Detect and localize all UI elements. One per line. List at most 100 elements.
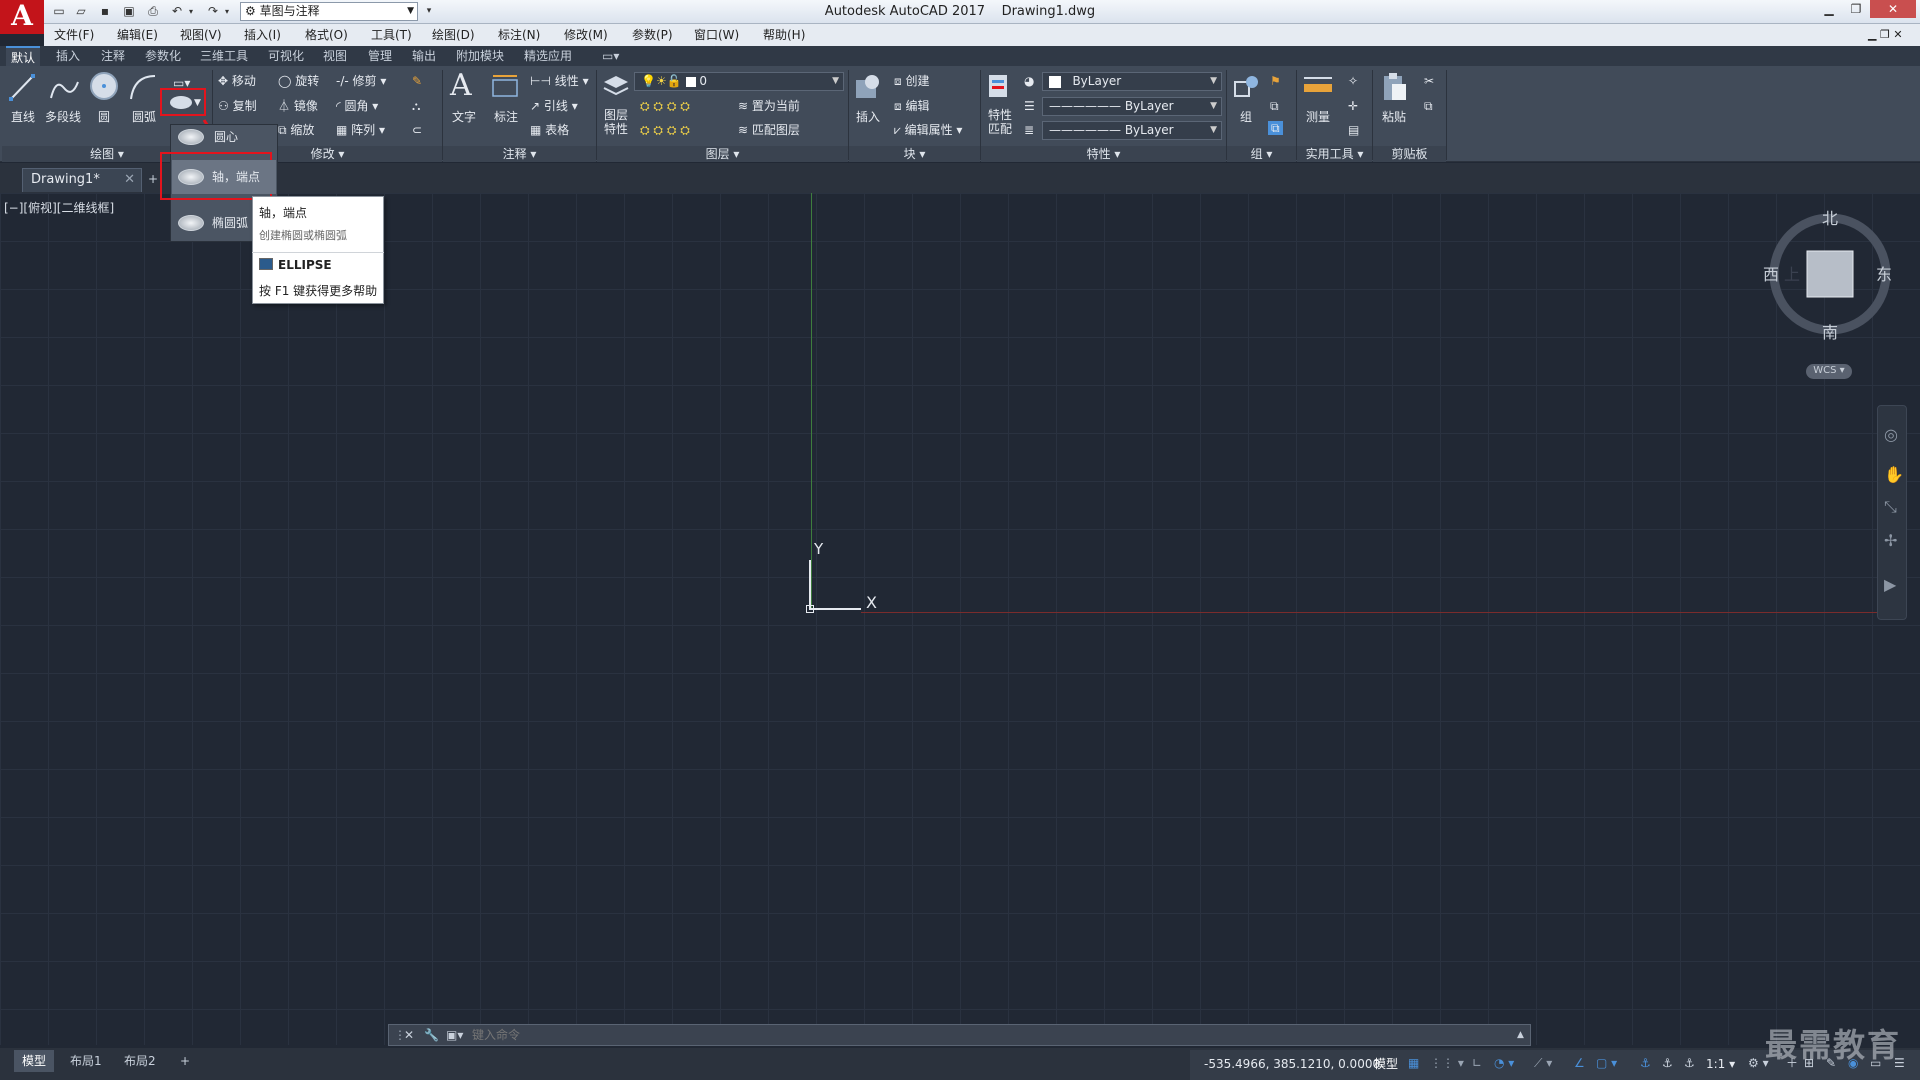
undo-dropdown-icon[interactable]: ▾: [186, 3, 196, 20]
layer-state-icons-row2[interactable]: ⛭ ⛭ ⛭ ⛭: [640, 123, 690, 137]
compass-west[interactable]: 西: [1763, 267, 1779, 283]
line-icon[interactable]: [8, 72, 36, 105]
isodraft-icon[interactable]: ⟋ ▾: [1534, 1056, 1552, 1070]
paste-icon[interactable]: [1380, 72, 1408, 102]
tab-visualize[interactable]: 可视化: [268, 46, 304, 66]
utilities-panel-footer[interactable]: 实用工具 ▾: [1297, 146, 1372, 162]
new-tab-icon[interactable]: +: [148, 172, 158, 186]
annotation-panel-footer[interactable]: 注释 ▾: [443, 146, 596, 162]
minimize-button[interactable]: ▁: [1816, 0, 1842, 18]
maximize-button[interactable]: ❐: [1843, 0, 1869, 18]
insert-block-icon[interactable]: [852, 72, 882, 102]
tab-featured-apps[interactable]: 精选应用: [524, 46, 572, 66]
copy-clip-icon[interactable]: ⧉: [1424, 99, 1433, 113]
dimension-button[interactable]: 标注: [494, 110, 518, 124]
tab-model[interactable]: 模型: [14, 1050, 55, 1072]
group-button[interactable]: 组: [1240, 110, 1252, 124]
measure-icon[interactable]: [1302, 74, 1334, 98]
group-edit-icon[interactable]: ⧉: [1270, 99, 1279, 113]
annotation-scale-dropdown[interactable]: 1:1 ▾: [1706, 1057, 1735, 1071]
linetype-dropdown[interactable]: —————— ByLayer ▼: [1042, 97, 1222, 116]
line-button[interactable]: 直线: [11, 110, 35, 124]
edit-attributes-button[interactable]: ⩗ 编辑属性 ▾: [894, 123, 962, 137]
app-logo-button[interactable]: A: [0, 0, 44, 34]
tab-default[interactable]: 默认: [6, 46, 40, 66]
tab-layout1[interactable]: 布局1: [62, 1050, 110, 1072]
trim-button[interactable]: -/- 修剪 ▾: [336, 74, 386, 88]
groups-panel-footer[interactable]: 组 ▾: [1227, 146, 1296, 162]
recent-commands-icon[interactable]: ▣▾: [446, 1028, 463, 1042]
menu-insert[interactable]: 插入(I): [244, 24, 281, 46]
erase-icon[interactable]: ✎: [412, 74, 422, 88]
showmotion-icon[interactable]: ▶: [1884, 577, 1896, 593]
ellipse-icon[interactable]: [170, 96, 192, 109]
cut-icon[interactable]: ✂: [1424, 74, 1434, 88]
layer-state-icons-row1[interactable]: ⛭ ⛭ ⛭ ⛭: [640, 99, 690, 113]
arc-icon[interactable]: [128, 72, 158, 105]
compass-south[interactable]: 南: [1822, 325, 1838, 341]
close-tab-icon[interactable]: ✕: [124, 169, 135, 191]
calculator-icon[interactable]: ▤: [1348, 123, 1359, 137]
menu-parametric[interactable]: 参数(P): [632, 24, 673, 46]
compass-east[interactable]: 东: [1876, 267, 1892, 283]
object-snap-icon[interactable]: ▢ ▾: [1596, 1056, 1617, 1070]
leader-button[interactable]: ↗ 引线 ▾: [530, 99, 578, 113]
save-as-icon[interactable]: ▣: [120, 3, 138, 20]
point-coords-icon[interactable]: ✛: [1348, 99, 1358, 113]
document-window-controls[interactable]: ▁ ❐ ✕: [1868, 24, 1918, 46]
match-properties-icon[interactable]: [986, 72, 1012, 100]
set-current-layer-button[interactable]: ≋ 置为当前: [738, 99, 800, 113]
copy-button[interactable]: ⚇ 复制: [218, 99, 257, 113]
orbit-icon[interactable]: ✢: [1884, 533, 1897, 549]
print-icon[interactable]: ⎙: [144, 3, 162, 20]
menu-format[interactable]: 格式(O): [305, 24, 348, 46]
menu-draw[interactable]: 绘图(D): [432, 24, 475, 46]
match-layer-button[interactable]: ≋ 匹配图层: [738, 123, 800, 137]
array-button[interactable]: ▦ 阵列 ▾: [336, 123, 385, 137]
tab-output[interactable]: 输出: [412, 46, 436, 66]
menu-window[interactable]: 窗口(W): [694, 24, 739, 46]
open-file-icon[interactable]: ▱: [72, 3, 90, 20]
dimension-icon[interactable]: [490, 72, 518, 100]
ungroup-icon[interactable]: ⚑: [1270, 74, 1281, 88]
model-space-toggle[interactable]: 模型: [1374, 1057, 1398, 1071]
undo-icon[interactable]: ↶: [168, 3, 186, 20]
menu-tools[interactable]: 工具(T): [371, 24, 412, 46]
annotation-visibility-icon[interactable]: ⚓: [1640, 1056, 1651, 1070]
circle-button[interactable]: 圆: [98, 110, 110, 124]
fillet-button[interactable]: ◜ 圆角 ▾: [336, 99, 378, 113]
zoom-extents-icon[interactable]: ⤡: [1884, 499, 1897, 515]
document-tab[interactable]: Drawing1* ✕: [22, 168, 142, 192]
drawing-canvas[interactable]: [0, 193, 1920, 1045]
annotation-scale-icon[interactable]: ⚓: [1684, 1056, 1695, 1070]
steering-wheel-icon[interactable]: ◎: [1884, 427, 1898, 443]
tab-addins[interactable]: 附加模块: [456, 46, 504, 66]
mirror-button[interactable]: ⏃ 镜像: [278, 99, 318, 113]
grid-icon[interactable]: ▦: [1408, 1056, 1419, 1070]
tab-view[interactable]: 视图: [323, 46, 347, 66]
menu-file[interactable]: 文件(F): [54, 24, 94, 46]
explode-icon[interactable]: ⛬: [412, 99, 420, 113]
tab-annotate[interactable]: 注释: [101, 46, 125, 66]
measure-button[interactable]: 测量: [1306, 110, 1330, 124]
menu-edit[interactable]: 编辑(E): [117, 24, 158, 46]
viewcube-top-face[interactable]: 上: [1784, 267, 1800, 283]
move-button[interactable]: ✥ 移动: [218, 74, 256, 88]
tab-insert[interactable]: 插入: [56, 46, 80, 66]
layer-properties-icon[interactable]: [602, 72, 629, 98]
paste-button[interactable]: 粘贴: [1382, 110, 1406, 124]
ellipse-dropdown-arrow-icon[interactable]: ▼: [194, 96, 201, 110]
insert-block-button[interactable]: 插入: [856, 110, 880, 124]
ribbon-display-toggle-icon[interactable]: ▭▾: [602, 46, 619, 66]
color-dropdown[interactable]: ByLayer ▼: [1042, 72, 1222, 91]
auto-scale-icon[interactable]: ⚓: [1662, 1056, 1673, 1070]
tab-parametric[interactable]: 参数化: [145, 46, 181, 66]
viewport-controls-label[interactable]: [−][俯视][二维线框]: [4, 199, 114, 216]
snap-icon[interactable]: ⋮⋮ ▾: [1430, 1056, 1464, 1070]
table-button[interactable]: ▦ 表格: [530, 123, 569, 137]
coordinates-readout[interactable]: -535.4966, 385.1210, 0.0000: [1204, 1057, 1380, 1071]
text-button[interactable]: 文字: [452, 110, 476, 124]
workspace-dropdown[interactable]: ⚙ 草图与注释 ▼: [240, 2, 418, 21]
lineweight-dropdown[interactable]: —————— ByLayer ▼: [1042, 121, 1222, 140]
tab-layout2[interactable]: 布局2: [116, 1050, 164, 1072]
